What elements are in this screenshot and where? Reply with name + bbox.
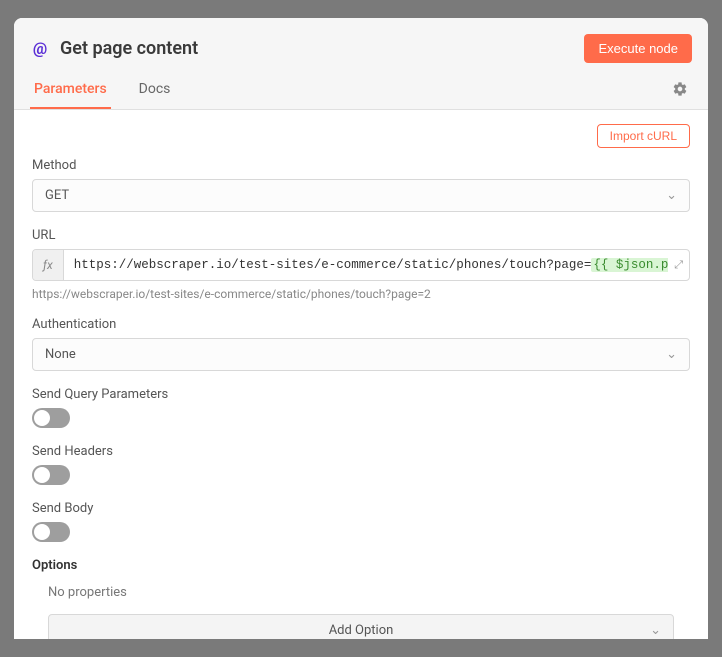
chevron-down-icon: ⌄ — [666, 188, 677, 203]
execute-button[interactable]: Execute node — [584, 34, 692, 63]
url-prefix: https://webscraper.io/test-sites/e-comme… — [74, 258, 592, 272]
send-body-toggle[interactable] — [32, 522, 70, 542]
send-headers-label: Send Headers — [32, 444, 690, 459]
url-label: URL — [32, 228, 690, 243]
method-select[interactable]: GET ⌄ — [32, 179, 690, 212]
chevron-down-icon: ⌄ — [650, 623, 661, 638]
chevron-down-icon: ⌄ — [666, 347, 677, 362]
add-option-label: Add Option — [329, 623, 394, 638]
fx-icon: ƒx — [33, 250, 64, 280]
import-curl-button[interactable]: Import cURL — [597, 124, 690, 148]
auth-value: None — [45, 347, 76, 362]
options-section: Options No properties Add Option ⌄ — [32, 558, 690, 639]
tab-docs[interactable]: Docs — [135, 73, 175, 109]
send-headers-field: Send Headers — [32, 444, 690, 485]
dialog-header: @ Get page content Execute node Paramete… — [14, 18, 708, 110]
node-title: Get page content — [60, 38, 198, 59]
http-icon: @ — [30, 39, 50, 59]
tab-parameters[interactable]: Parameters — [30, 73, 111, 109]
title-left: @ Get page content — [30, 38, 198, 59]
send-query-field: Send Query Parameters — [32, 387, 690, 428]
title-row: @ Get page content Execute node — [30, 28, 692, 73]
url-input-text[interactable]: https://webscraper.io/test-sites/e-comme… — [64, 250, 668, 280]
url-field: URL ƒx https://webscraper.io/test-sites/… — [32, 228, 690, 301]
send-query-label: Send Query Parameters — [32, 387, 690, 402]
url-expression-input[interactable]: ƒx https://webscraper.io/test-sites/e-co… — [32, 249, 690, 281]
options-heading: Options — [32, 558, 690, 573]
method-field: Method GET ⌄ — [32, 158, 690, 212]
tabs-row: Parameters Docs — [30, 73, 692, 109]
url-resolved: https://webscraper.io/test-sites/e-comme… — [32, 287, 690, 301]
options-empty: No properties — [48, 585, 674, 600]
send-query-toggle[interactable] — [32, 408, 70, 428]
send-body-field: Send Body — [32, 501, 690, 542]
import-row: Import cURL — [32, 124, 690, 148]
method-label: Method — [32, 158, 690, 173]
options-box: No properties Add Option ⌄ — [32, 585, 690, 639]
auth-select[interactable]: None ⌄ — [32, 338, 690, 371]
dialog-body: Import cURL Method GET ⌄ URL ƒx https://… — [14, 110, 708, 639]
url-expression-token: {{ $json.page }} — [591, 258, 668, 272]
expand-icon[interactable]: ⤢ — [668, 250, 689, 280]
auth-field: Authentication None ⌄ — [32, 317, 690, 371]
add-option-button[interactable]: Add Option ⌄ — [48, 614, 674, 639]
auth-label: Authentication — [32, 317, 690, 332]
node-dialog: @ Get page content Execute node Paramete… — [14, 18, 708, 639]
gear-icon[interactable] — [668, 77, 692, 105]
tabs: Parameters Docs — [30, 73, 174, 109]
method-value: GET — [45, 188, 69, 203]
send-body-label: Send Body — [32, 501, 690, 516]
send-headers-toggle[interactable] — [32, 465, 70, 485]
